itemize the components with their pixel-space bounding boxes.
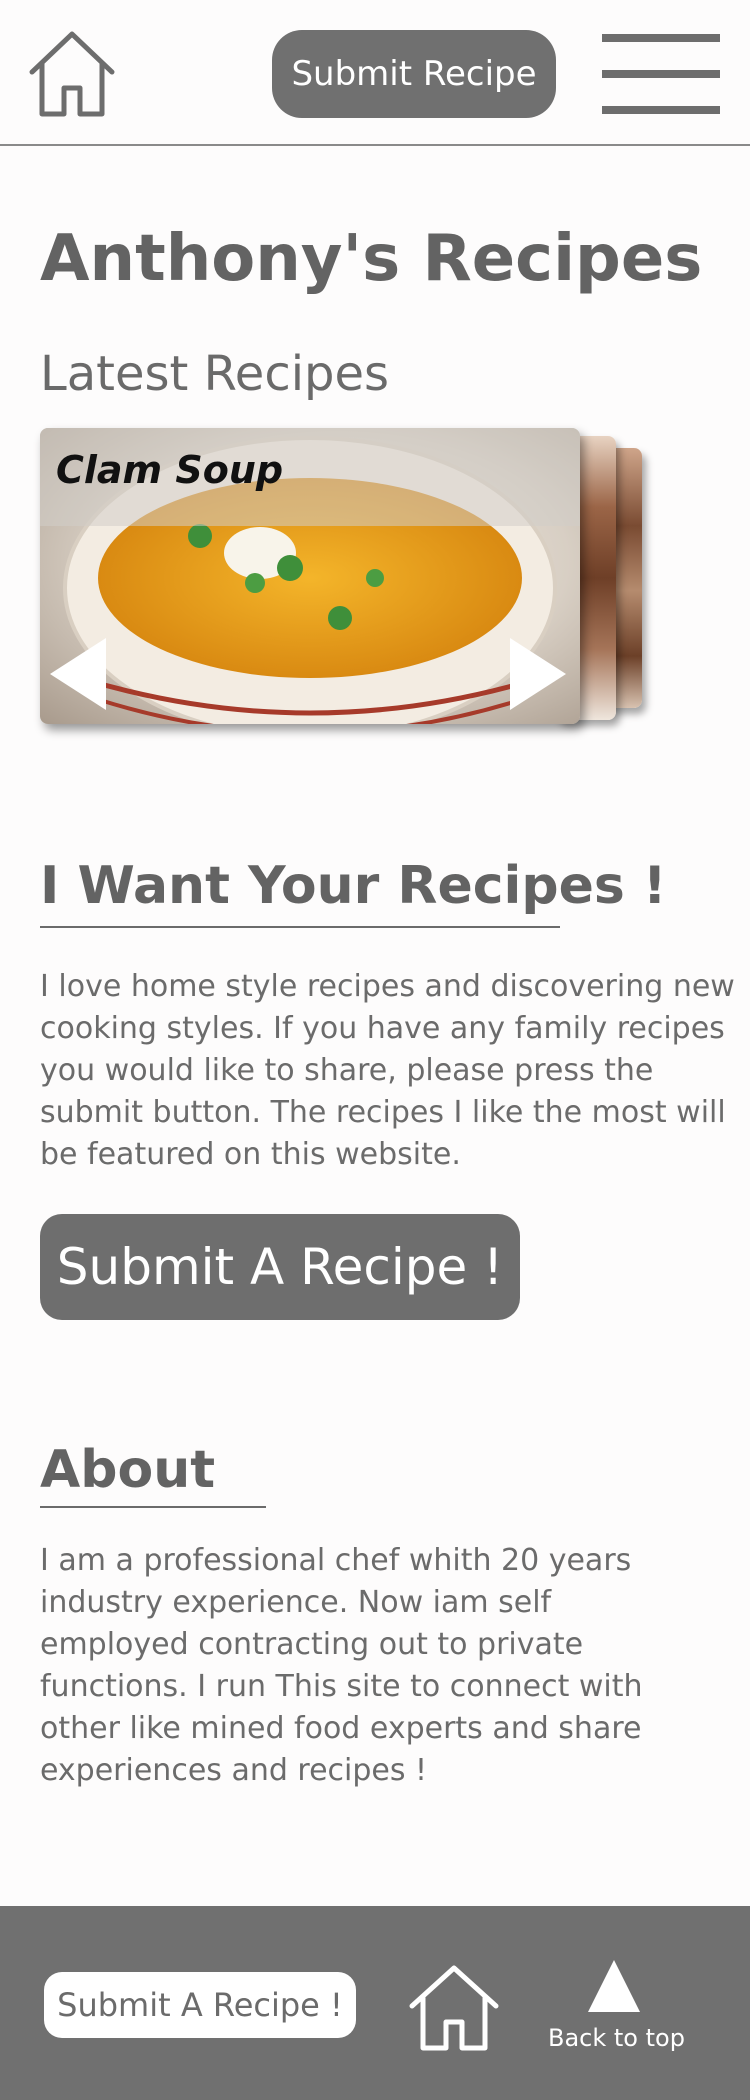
footer: Submit A Recipe ! Back to top: [0, 1906, 750, 2100]
top-header: Submit Recipe: [0, 0, 750, 146]
submit-a-recipe-button[interactable]: Submit A Recipe !: [40, 1214, 520, 1320]
carousel-recipe-title[interactable]: Clam Soup: [56, 448, 283, 492]
menu-bar: [602, 106, 720, 114]
menu-bar: [602, 70, 720, 78]
carousel-card-current[interactable]: Clam Soup: [40, 428, 580, 724]
heading-underline: [40, 1506, 266, 1508]
back-to-top-label: Back to top: [548, 2024, 685, 2052]
up-arrow-icon: [588, 1960, 640, 2012]
carousel-prev-arrow-icon[interactable]: [50, 638, 106, 710]
hamburger-menu-icon[interactable]: [602, 34, 720, 114]
heading-underline: [40, 926, 560, 928]
home-icon[interactable]: [28, 28, 116, 120]
about-text: I am a professional chef whith 20 years …: [40, 1543, 643, 1788]
latest-recipes-heading: Latest Recipes: [40, 346, 390, 402]
about-heading: About: [40, 1440, 216, 1500]
site-title: Anthony's Recipes: [40, 222, 703, 296]
footer-submit-recipe-button[interactable]: Submit A Recipe !: [44, 1972, 356, 2038]
carousel-next-arrow-icon[interactable]: [510, 638, 566, 710]
menu-bar: [602, 34, 720, 42]
back-to-top-button[interactable]: Back to top: [548, 1960, 685, 2060]
want-recipes-text: I love home style recipes and discoverin…: [40, 969, 735, 1172]
recipe-carousel[interactable]: Clam Soup: [40, 428, 660, 728]
want-recipes-heading: I Want Your Recipes !: [40, 856, 667, 916]
submit-recipe-button[interactable]: Submit Recipe: [272, 30, 556, 118]
home-icon[interactable]: [408, 1962, 500, 2054]
